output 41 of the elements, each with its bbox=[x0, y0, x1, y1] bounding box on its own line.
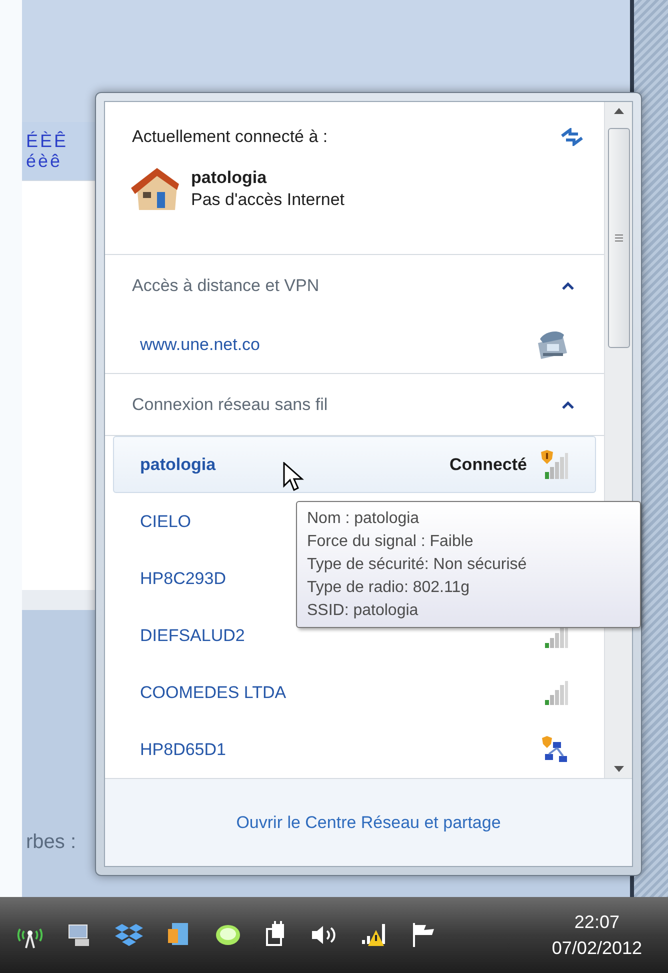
network-row[interactable]: COOMEDES LTDA bbox=[113, 664, 596, 721]
accented-letters: ÉÈÊ bbox=[26, 131, 68, 151]
monitor-icon[interactable] bbox=[66, 922, 92, 948]
clock[interactable]: 22:07 07/02/2012 bbox=[552, 909, 642, 961]
tooltip-line: Type de radio: 802.11g bbox=[307, 578, 470, 598]
tooltip-line: Type de sécurité: Non sécurisé bbox=[307, 555, 528, 575]
signal-warning-icon bbox=[539, 450, 569, 480]
network-name: DIEFSALUD2 bbox=[140, 624, 245, 647]
grip-icon bbox=[614, 234, 622, 242]
network-row[interactable]: www.une.net.co bbox=[113, 316, 596, 373]
collapse-icon[interactable] bbox=[562, 282, 574, 290]
tooltip-line: Force du signal : Faible bbox=[307, 532, 474, 552]
network-row[interactable]: patologia Connecté bbox=[113, 436, 596, 493]
accented-letters: éèê bbox=[26, 151, 62, 171]
network-row[interactable]: HP8D65D1 bbox=[113, 721, 596, 778]
mouse-cursor-icon bbox=[283, 462, 305, 492]
scroll-thumb[interactable] bbox=[608, 128, 630, 348]
form-label: rbes : bbox=[26, 830, 76, 855]
scroll-up-icon[interactable] bbox=[614, 108, 624, 114]
network-name: www.une.net.co bbox=[140, 334, 260, 356]
speaker-icon[interactable] bbox=[310, 923, 338, 947]
network-name: patologia bbox=[191, 166, 268, 188]
network-warning-icon bbox=[541, 736, 569, 764]
signal-icon bbox=[543, 680, 569, 706]
network-name: COOMEDES LTDA bbox=[140, 682, 286, 704]
box-icon[interactable] bbox=[114, 922, 144, 948]
network-center-link[interactable]: Ouvrir le Centre Réseau et partage bbox=[236, 810, 501, 836]
connection-heading: Actuellement connecté à : bbox=[132, 126, 328, 148]
refresh-icon[interactable] bbox=[560, 128, 584, 146]
tooltip-line: SSID: patologia bbox=[307, 601, 420, 621]
flag-icon[interactable] bbox=[410, 921, 436, 949]
network-name: patologia bbox=[140, 454, 216, 476]
scroll-down-icon[interactable] bbox=[614, 766, 624, 772]
network-warning-icon[interactable] bbox=[360, 922, 388, 948]
tooltip-line: Nom : patologia bbox=[307, 509, 420, 529]
phone-modem-icon bbox=[535, 328, 569, 360]
network-name: HP8D65D1 bbox=[140, 738, 226, 761]
access-status: Pas d'accès Internet bbox=[191, 188, 344, 210]
house-icon bbox=[129, 166, 181, 212]
connection-status: Connecté bbox=[450, 454, 527, 476]
collapse-icon[interactable] bbox=[562, 400, 574, 408]
